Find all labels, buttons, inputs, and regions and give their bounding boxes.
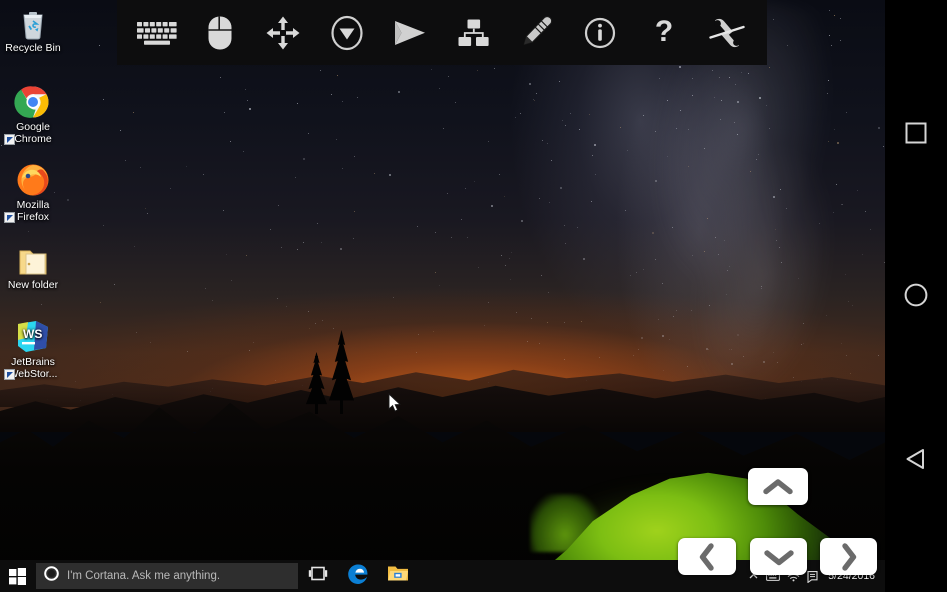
emulator-screen: Recycle Bin Google Chrome Mozilla Firefo… <box>0 0 947 592</box>
keyboard-icon <box>136 21 177 45</box>
sitemap-button[interactable] <box>450 9 498 57</box>
back-button[interactable] <box>885 434 947 484</box>
mouse-button[interactable] <box>196 9 244 57</box>
android-navigation-bar <box>885 0 947 592</box>
firefox-icon <box>2 163 64 223</box>
chevron-up-icon <box>763 478 793 494</box>
help-button[interactable]: ? <box>640 9 688 57</box>
pine-tree-large <box>340 336 343 414</box>
dpad-down-button[interactable] <box>750 538 807 575</box>
windows-desktop[interactable]: Recycle Bin Google Chrome Mozilla Firefo… <box>0 0 885 592</box>
chevron-down-icon <box>763 549 794 565</box>
tools-disabled-icon <box>709 18 745 47</box>
dpad-left-button[interactable] <box>678 538 736 575</box>
task-view-button[interactable] <box>298 560 338 592</box>
move-icon <box>266 16 300 49</box>
recents-button[interactable] <box>885 108 947 158</box>
cortana-placeholder: I'm Cortana. Ask me anything. <box>67 570 221 582</box>
chrome-icon <box>2 85 64 145</box>
move-button[interactable] <box>259 9 307 57</box>
help-icon: ? <box>655 16 673 48</box>
file-explorer-icon <box>387 564 409 588</box>
home-button[interactable] <box>885 270 947 320</box>
remote-control-toolbar: ? <box>117 0 767 65</box>
recycle-bin-icon <box>2 6 64 40</box>
sitemap-icon <box>458 19 489 46</box>
desktop-icon-recycle-bin[interactable]: Recycle Bin <box>2 6 64 55</box>
triangle-back-icon <box>906 449 924 469</box>
shortcut-badge <box>4 212 15 223</box>
microsoft-edge-icon <box>347 563 369 590</box>
tools-disabled-button[interactable] <box>703 9 751 57</box>
scroll-down-button[interactable] <box>323 9 371 57</box>
circle-icon <box>904 283 928 307</box>
square-icon <box>905 122 927 144</box>
desktop-icon-mozilla-firefox[interactable]: Mozilla Firefox <box>2 163 64 223</box>
send-icon <box>395 20 426 45</box>
desktop-icon-new-folder[interactable]: New folder <box>2 243 64 292</box>
info-icon <box>585 17 616 48</box>
file-explorer-button[interactable] <box>378 560 418 592</box>
svg-text:WS: WS <box>23 327 42 341</box>
pine-tree-small <box>315 356 318 414</box>
desktop-icon-google-chrome[interactable]: Google Chrome <box>2 85 64 145</box>
webstorm-icon: WS <box>2 320 64 380</box>
mouse-icon <box>208 16 232 49</box>
cortana-search-box[interactable]: I'm Cortana. Ask me anything. <box>36 563 298 589</box>
send-button[interactable] <box>386 9 434 57</box>
scroll-down-icon <box>331 15 363 50</box>
chevron-left-icon <box>699 542 714 571</box>
tray-action-center-icon[interactable] <box>806 569 820 583</box>
desktop-icon-label: New folder <box>7 279 59 291</box>
pencil-icon <box>523 15 553 45</box>
dpad-up-button[interactable] <box>748 468 808 505</box>
chevron-right-icon <box>841 542 856 571</box>
pencil-button[interactable] <box>513 9 561 57</box>
shortcut-badge <box>4 134 15 145</box>
task-view-icon <box>308 566 328 586</box>
dpad-right-button[interactable] <box>820 538 877 575</box>
start-button[interactable] <box>0 560 34 592</box>
svg-text:?: ? <box>655 16 673 48</box>
shortcut-badge <box>4 369 15 380</box>
edge-button[interactable] <box>338 560 378 592</box>
folder-icon <box>2 243 64 277</box>
cortana-icon <box>44 566 59 586</box>
desktop-icon-jetbrains-webstorm[interactable]: WS JetBrains WebStor... <box>2 320 64 380</box>
keyboard-button[interactable] <box>133 9 181 57</box>
info-button[interactable] <box>576 9 624 57</box>
desktop-icon-label: Recycle Bin <box>5 42 61 54</box>
